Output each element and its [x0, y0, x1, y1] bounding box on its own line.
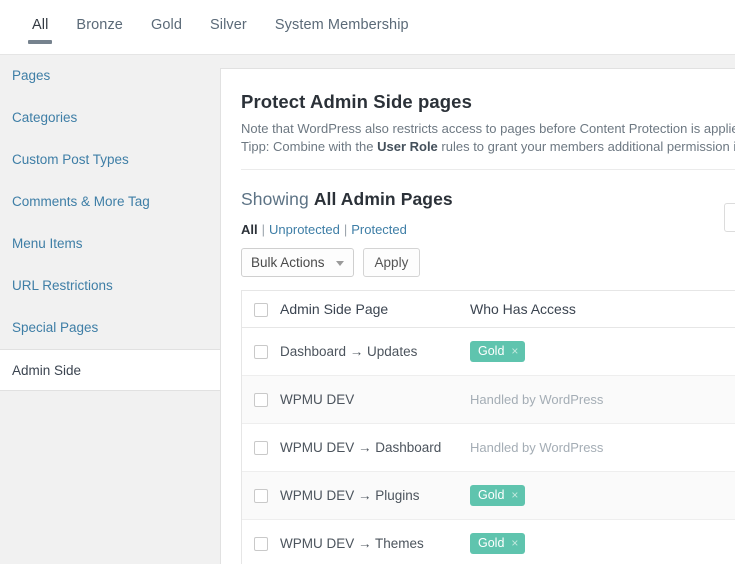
row-select-cell [242, 423, 280, 471]
access-badge-label: Gold [478, 344, 504, 358]
showing-value: All Admin Pages [314, 189, 453, 209]
close-icon[interactable]: × [511, 485, 518, 506]
pages-table: Admin Side Page Who Has Access Dashboard… [242, 291, 735, 564]
apply-button[interactable]: Apply [363, 248, 421, 277]
table-header-row: Admin Side Page Who Has Access [242, 291, 735, 327]
row-access-cell: Handled by WordPress [470, 423, 735, 471]
bulk-actions-row: Bulk Actions Apply [241, 248, 735, 277]
sidebar-item-label: Categories [12, 110, 77, 125]
filter-link-protected[interactable]: Protected [351, 222, 407, 237]
panel-note-line-2: Tipp: Combine with the User Role rules t… [241, 138, 735, 156]
row-page-name: WPMU DEV → Plugins [280, 471, 470, 519]
table-head: Admin Side Page Who Has Access [242, 291, 735, 327]
top-tab-list: All Bronze Gold Silver System Membership [0, 0, 735, 54]
row-access-cell: Handled by WordPress [470, 375, 735, 423]
sidebar-item-label: Pages [12, 68, 50, 83]
note-user-role-term: User Role [377, 139, 438, 154]
row-page-name: WPMU DEV → Dashboard [280, 423, 470, 471]
access-badge[interactable]: Gold × [470, 485, 525, 506]
row-checkbox[interactable] [254, 489, 268, 503]
showing-header: Showing All Admin Pages [241, 189, 735, 210]
chevron-down-icon [336, 261, 344, 266]
table-body: Dashboard → UpdatesGold×WPMU DEVHandled … [242, 327, 735, 564]
sidebar-item-url-restrictions[interactable]: URL Restrictions [0, 265, 220, 307]
sidebar-item-label: URL Restrictions [12, 278, 113, 293]
filter-links: All | Unprotected | Protected [241, 222, 735, 237]
page-title: Protect Admin Side pages [241, 91, 735, 113]
sidebar-item-categories[interactable]: Categories [0, 97, 220, 139]
row-page-name: WPMU DEV [280, 375, 470, 423]
row-checkbox[interactable] [254, 393, 268, 407]
select-all-header [242, 291, 280, 327]
filter-separator: | [262, 222, 265, 237]
top-tab-label: Bronze [76, 17, 123, 33]
top-tab-all[interactable]: All [18, 0, 62, 33]
search-input[interactable] [724, 203, 735, 232]
row-select-cell [242, 327, 280, 375]
row-access-cell: Gold × [470, 471, 735, 519]
access-status-text: Handled by WordPress [470, 440, 603, 455]
access-badge-label: Gold [478, 536, 504, 550]
row-page-name: Dashboard → Updates [280, 327, 470, 375]
sidebar-item-menu-items[interactable]: Menu Items [0, 223, 220, 265]
top-tab-gold[interactable]: Gold [137, 0, 196, 33]
row-access-cell: Gold × [470, 519, 735, 564]
divider [241, 169, 735, 170]
table-row: WPMU DEV → DashboardHandled by WordPress [242, 423, 735, 471]
bulk-actions-label: Bulk Actions [251, 255, 325, 270]
column-header-admin-side-page: Admin Side Page [280, 291, 470, 327]
row-checkbox[interactable] [254, 441, 268, 455]
sidebar: Pages Categories Custom Post Types Comments… [0, 55, 220, 564]
close-icon[interactable]: × [511, 341, 518, 362]
table-row: WPMU DEV → Themes Gold × [242, 519, 735, 564]
row-page-name: WPMU DEV → Themes [280, 519, 470, 564]
active-tab-indicator [28, 40, 52, 44]
top-tab-bar: All Bronze Gold Silver System Membership [0, 0, 735, 55]
note-suffix: rules to grant your members additional p… [438, 139, 735, 154]
table-row: WPMU DEV → Plugins Gold × [242, 471, 735, 519]
filter-link-all[interactable]: All [241, 222, 258, 237]
top-tab-label: Gold [151, 17, 182, 33]
sidebar-item-label: Comments & More Tag [12, 194, 150, 209]
top-tab-label: System Membership [275, 17, 409, 33]
select-all-checkbox[interactable] [254, 303, 268, 317]
access-badge[interactable]: Gold × [470, 341, 525, 362]
close-icon[interactable]: × [511, 533, 518, 554]
top-tab-label: All [32, 17, 48, 33]
panel-note-line-1: Note that WordPress also restricts acces… [241, 120, 735, 138]
access-badge[interactable]: Gold × [470, 533, 525, 554]
row-checkbox[interactable] [254, 345, 268, 359]
filter-link-unprotected[interactable]: Unprotected [269, 222, 340, 237]
row-access-cell: Gold × [470, 327, 735, 375]
showing-label: Showing [241, 189, 309, 209]
pages-table-wrap: Admin Side Page Who Has Access Dashboard… [241, 290, 735, 564]
sidebar-item-special-pages[interactable]: Special Pages [0, 307, 220, 349]
row-select-cell [242, 519, 280, 564]
access-badge-label: Gold [478, 488, 504, 502]
sidebar-item-label: Menu Items [12, 236, 83, 251]
table-row: Dashboard → Updates Gold × [242, 327, 735, 375]
sidebar-item-custom-post-types[interactable]: Custom Post Types [0, 139, 220, 181]
sidebar-item-label: Custom Post Types [12, 152, 129, 167]
top-tab-label: Silver [210, 17, 247, 33]
filter-separator: | [344, 222, 347, 237]
top-tab-silver[interactable]: Silver [196, 0, 261, 33]
access-status-text: Handled by WordPress [470, 392, 603, 407]
note-prefix: Tipp: Combine with the [241, 139, 377, 154]
row-select-cell [242, 471, 280, 519]
sidebar-item-comments-more-tag[interactable]: Comments & More Tag [0, 181, 220, 223]
sidebar-item-pages[interactable]: Pages [0, 55, 220, 97]
column-header-who-has-access: Who Has Access [470, 291, 735, 327]
table-row: WPMU DEVHandled by WordPress [242, 375, 735, 423]
bulk-actions-select[interactable]: Bulk Actions [241, 248, 354, 277]
sidebar-item-admin-side[interactable]: Admin Side [0, 349, 220, 391]
row-checkbox[interactable] [254, 537, 268, 551]
top-tab-bronze[interactable]: Bronze [62, 0, 137, 33]
sidebar-item-label: Admin Side [12, 363, 81, 378]
sidebar-item-label: Special Pages [12, 320, 98, 335]
content-panel: Protect Admin Side pages Note that WordP… [220, 68, 735, 564]
top-tab-system-membership[interactable]: System Membership [261, 0, 423, 33]
row-select-cell [242, 375, 280, 423]
